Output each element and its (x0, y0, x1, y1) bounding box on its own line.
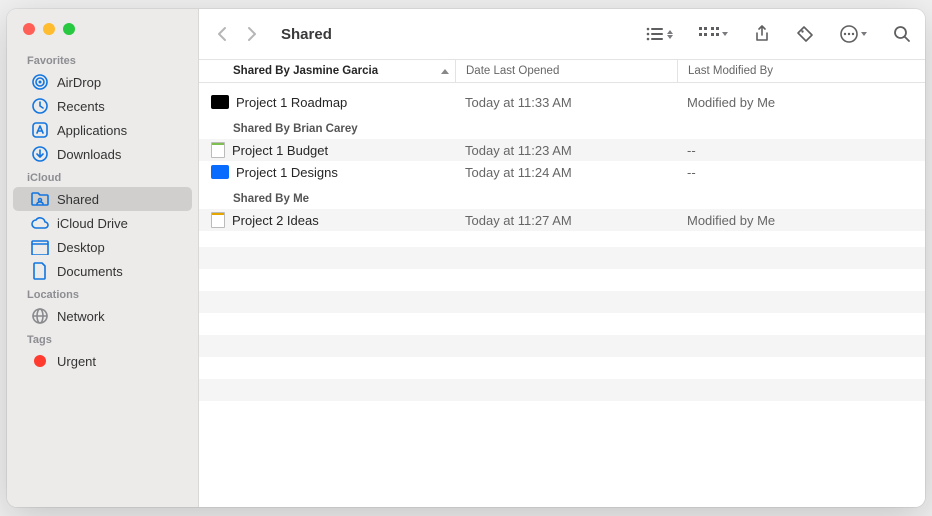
column-headers: Shared By Jasmine Garcia Date Last Opene… (199, 59, 925, 83)
sidebar-item-label: Urgent (57, 354, 96, 369)
finder-window: Favorites AirDrop Recents Applications Downl… (7, 9, 925, 507)
sidebar-item-label: Downloads (57, 147, 121, 162)
file-modified-by: -- (677, 165, 925, 180)
sidebar-item-label: Recents (57, 99, 105, 114)
group-header: Shared By Brian Carey (199, 113, 925, 139)
back-button[interactable] (213, 23, 231, 45)
sidebar-item-recents[interactable]: Recents (13, 94, 192, 118)
window-title: Shared (281, 26, 332, 43)
file-modified-by: -- (677, 143, 925, 158)
column-header-modified[interactable]: Last Modified By (677, 60, 925, 82)
spreadsheet-icon (211, 142, 225, 158)
apps-icon (31, 121, 49, 139)
sidebar-item-applications[interactable]: Applications (13, 118, 192, 142)
sidebar-item-label: AirDrop (57, 75, 101, 90)
more-actions-button[interactable] (840, 23, 867, 45)
file-icon (211, 165, 229, 179)
column-header-name[interactable]: Shared By Jasmine Garcia (199, 65, 455, 77)
sidebar-section-header: Locations (7, 283, 198, 304)
sidebar-item-network[interactable]: Network (13, 304, 192, 328)
share-button[interactable] (754, 23, 770, 45)
tags-button[interactable] (796, 23, 814, 45)
sidebar-item-airdrop[interactable]: AirDrop (13, 70, 192, 94)
sidebar-item-label: Documents (57, 264, 123, 279)
file-name: Project 1 Designs (236, 165, 338, 180)
sidebar-item-label: Network (57, 309, 105, 324)
file-modified-by: Modified by Me (677, 95, 925, 110)
file-date: Today at 11:33 AM (455, 95, 677, 110)
airdrop-icon (31, 73, 49, 91)
sidebar-item-label: iCloud Drive (57, 216, 128, 231)
file-date: Today at 11:27 AM (455, 213, 677, 228)
sidebar-item-label: Shared (57, 192, 99, 207)
download-icon (31, 145, 49, 163)
window-controls (7, 19, 198, 49)
fullscreen-window-button[interactable] (63, 23, 75, 35)
column-header-name-label: Shared By Jasmine Garcia (233, 65, 378, 77)
sidebar-item-downloads[interactable]: Downloads (13, 142, 192, 166)
forward-button[interactable] (243, 23, 261, 45)
close-window-button[interactable] (23, 23, 35, 35)
group-by-button[interactable] (699, 23, 728, 45)
file-date: Today at 11:23 AM (455, 143, 677, 158)
globe-icon (31, 307, 49, 325)
file-row[interactable]: Project 1 Designs Today at 11:24 AM-- (199, 161, 925, 183)
sidebar-item-desktop[interactable]: Desktop (13, 235, 192, 259)
file-row[interactable]: Project 2 Ideas Today at 11:27 AMModified… (199, 209, 925, 231)
group-header: Shared By Me (199, 183, 925, 209)
toolbar: Shared (199, 9, 925, 59)
sidebar-section-header: iCloud (7, 166, 198, 187)
file-name: Project 1 Roadmap (236, 95, 347, 110)
view-mode-button[interactable] (646, 23, 673, 45)
sidebar-section-header: Tags (7, 328, 198, 349)
sidebar-item-label: Desktop (57, 240, 105, 255)
clock-icon (31, 97, 49, 115)
shared-folder-icon (31, 190, 49, 208)
file-list: Project 1 RoadmapToday at 11:33 AMModifi… (199, 83, 925, 507)
sidebar-item-documents[interactable]: Documents (13, 259, 192, 283)
file-modified-by: Modified by Me (677, 213, 925, 228)
file-icon (211, 95, 229, 109)
file-row[interactable]: Project 1 Roadmap Today at 11:33 AMModifi… (199, 91, 925, 113)
main-pane: Shared (199, 9, 925, 507)
minimize-window-button[interactable] (43, 23, 55, 35)
sidebar-item-label: Applications (57, 123, 127, 138)
desktop-icon (31, 238, 49, 256)
sort-ascending-icon (441, 69, 449, 74)
sidebar-item-urgent[interactable]: Urgent (13, 349, 192, 373)
presentation-icon (211, 212, 225, 228)
tag-red-icon (31, 352, 49, 370)
search-button[interactable] (893, 23, 911, 45)
file-name: Project 1 Budget (232, 143, 328, 158)
sidebar: Favorites AirDrop Recents Applications Downl… (7, 9, 199, 507)
cloud-icon (31, 214, 49, 232)
file-name: Project 2 Ideas (232, 213, 319, 228)
sidebar-item-shared[interactable]: Shared (13, 187, 192, 211)
column-header-date[interactable]: Date Last Opened (455, 60, 677, 82)
file-row[interactable]: Project 1 Budget Today at 11:23 AM-- (199, 139, 925, 161)
doc-icon (31, 262, 49, 280)
sidebar-section-header: Favorites (7, 49, 198, 70)
file-date: Today at 11:24 AM (455, 165, 677, 180)
sidebar-item-icloud-drive[interactable]: iCloud Drive (13, 211, 192, 235)
